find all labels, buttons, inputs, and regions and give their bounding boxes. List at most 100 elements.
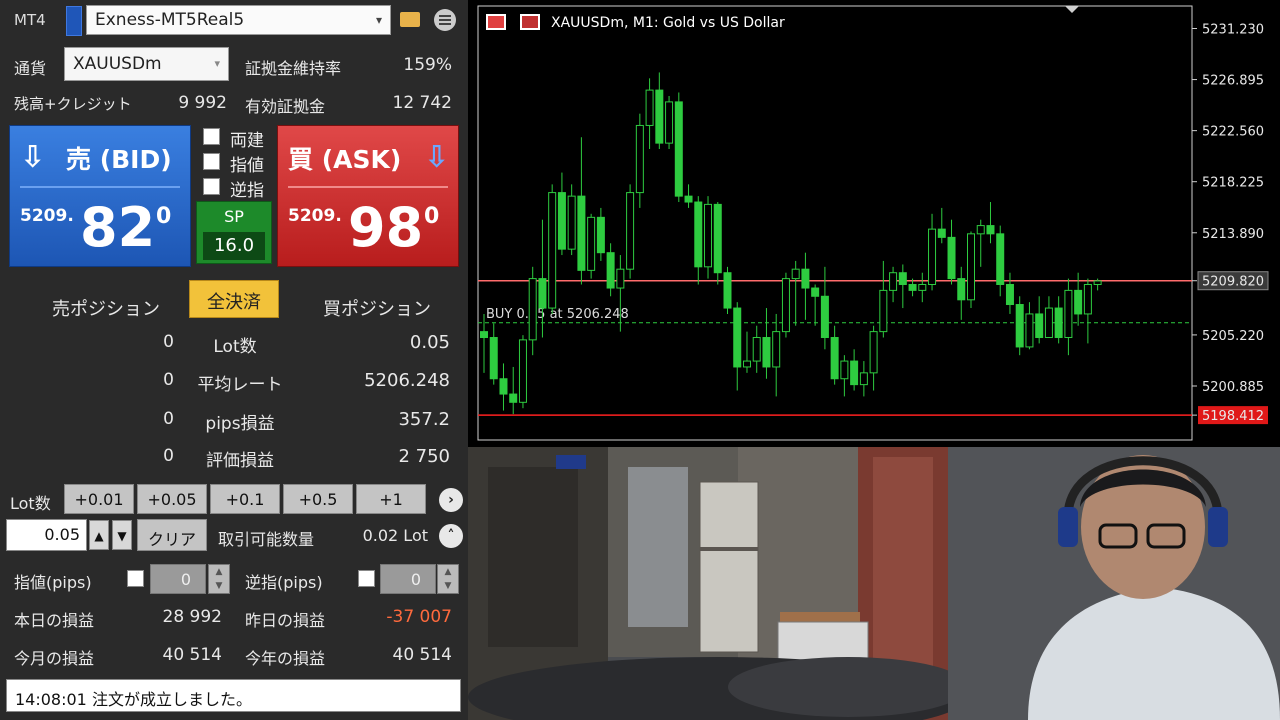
spread-value: 16.0 [203,232,265,260]
candle-body [694,201,703,268]
price-chart[interactable]: 5231.230 5226.895 5222.560 5218.225 5213.890… [468,0,1280,447]
stop-pips-spinner[interactable]: ▲ ▼ [437,564,459,594]
hedge-checkbox[interactable] [203,128,220,145]
limit-pips-spinner[interactable]: ▲ ▼ [208,564,230,594]
y-tick-label: 5209.820 [1202,275,1264,290]
lot-decrement-button[interactable]: ▼ [112,520,132,550]
stop-pips-input[interactable]: 0 [380,564,436,594]
folder-icon[interactable] [400,12,420,27]
lot-label: Lot数 [10,494,51,513]
candle-body [665,101,674,144]
divider [288,186,448,188]
clear-button[interactable]: クリア [137,519,207,551]
year-pnl-label: 今年の損益 [245,649,326,668]
sell-floating-pnl: 0 [163,446,174,466]
bid-price-sup: 0 [156,204,172,229]
candle-body [859,372,868,386]
candle-body [850,360,859,386]
buy-ask-button[interactable]: 買 (ASK) ⇩ 5209. 98 0 [277,125,459,267]
candle-body [1074,289,1083,315]
candle-body [889,272,898,291]
limit-pips-label: 指値(pips) [14,573,92,592]
menu-icon[interactable] [434,9,456,31]
lot-increment-button[interactable]: ▲ [89,520,109,550]
candle-body [791,268,800,280]
row-label-pips-pnl: pips損益 [205,414,275,434]
limit-pips-checkbox[interactable] [127,570,144,587]
y-tick-label: 5226.895 [1202,74,1264,89]
stop-label: 逆指 [230,181,264,201]
candle-body [1005,283,1014,306]
account-select[interactable]: Exness-MT5Real5 ▾ [86,5,391,35]
candle-body [596,216,605,254]
y-tick-label: 5213.890 [1202,227,1264,242]
sell-bid-button[interactable]: ⇩ 売 (BID) 5209. 82 0 [9,125,191,267]
candle-body [1044,307,1053,339]
y-tick-label: 5231.230 [1202,22,1264,37]
month-pnl-value: 40 514 [162,645,222,665]
y-tick-label: 5218.225 [1202,176,1264,191]
candle-body [528,278,537,341]
lot-plus-0.01-button[interactable]: +0.01 [64,484,134,514]
row-label-floating-pnl: 評価損益 [206,451,274,471]
buy-pips-pnl: 357.2 [398,409,450,430]
scroll-marker-icon [1065,6,1079,13]
candle-body [947,236,956,280]
sell-avg-rate: 0 [163,370,174,390]
spread-label: SP [224,207,244,226]
chevron-down-icon: ▾ [214,57,220,70]
ask-price-prefix: 5209. [288,206,342,226]
screen: MT4 Exness-MT5Real5 ▾ 通貨 XAUUSDm ▾ 証拠金維持… [0,0,1280,720]
candle-body [801,268,810,289]
lot-plus-0.1-button[interactable]: +0.1 [210,484,280,514]
y-tick-label: 5198.412 [1202,409,1264,424]
lot-plus-0.5-button[interactable]: +0.5 [283,484,353,514]
candle-body [499,378,508,395]
candle-body [635,124,644,194]
candle-body [587,216,596,271]
lot-plus-1-button[interactable]: +1 [356,484,426,514]
candle-body [898,272,907,285]
limit-checkbox[interactable] [203,153,220,170]
close-all-button[interactable]: 全決済 [189,280,279,318]
candle-body [908,283,917,291]
chevron-down-icon: ▾ [375,13,382,27]
yesterday-pnl-value: -37 007 [386,607,452,627]
stop-pips-label: 逆指(pips) [245,573,323,592]
row-label-lots: Lot数 [213,337,257,357]
candle-body [733,307,742,368]
candle-body [752,337,761,362]
candle-body [957,278,966,301]
arrow-down-icon: ⇩ [424,140,450,175]
candle-body [1015,304,1024,348]
year-pnl-value: 40 514 [392,645,452,665]
candle-body [781,278,790,333]
candle-body [918,283,927,291]
buy-avg-rate: 5206.248 [364,370,450,391]
lot-input[interactable]: 0.05 [6,519,87,551]
chevron-up-icon[interactable]: ˄ [439,524,463,548]
candle-body [840,360,849,380]
stop-checkbox[interactable] [203,178,220,195]
candle-body [577,195,586,271]
candle-body [489,337,498,380]
candle-body [937,228,946,238]
candle-body [928,228,937,285]
limit-pips-input[interactable]: 0 [150,564,206,594]
candle-body [996,233,1005,285]
tradable-quantity-value: 0.02 Lot [362,526,428,545]
candle-body [811,287,820,297]
yesterday-pnl-label: 昨日の損益 [245,611,326,630]
spread-box: SP 16.0 [196,201,272,264]
chevron-right-icon[interactable]: › [439,488,463,512]
candle-body [645,89,654,126]
symbol-select[interactable]: XAUUSDm ▾ [64,47,229,81]
sell-label: 売 (BID) [66,145,172,174]
candle-body [1093,280,1102,285]
symbol-label: 通貨 [14,59,47,78]
candle-body [713,203,722,274]
buy-lots: 0.05 [409,332,450,353]
equity-value: 12 742 [392,93,452,113]
lot-plus-0.05-button[interactable]: +0.05 [137,484,207,514]
stop-pips-checkbox[interactable] [358,570,375,587]
